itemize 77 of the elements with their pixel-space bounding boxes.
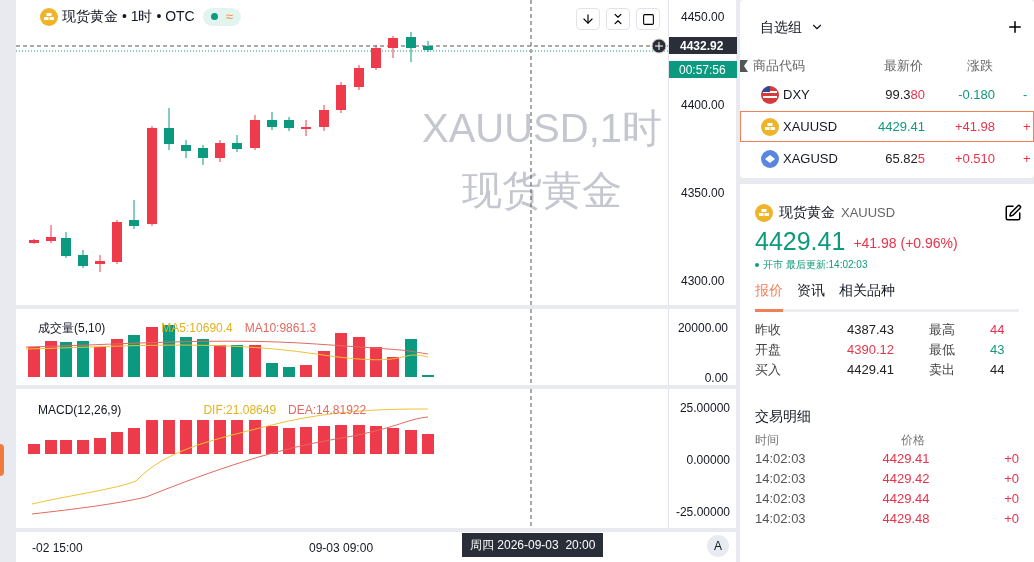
countdown-label: 00:57:56 [669,61,737,78]
trade-time: 14:02:03 [755,450,807,469]
trade-change: +0 [1004,510,1019,529]
stat-value: 4390.12 [847,341,894,360]
latest-price: 99.380 [884,85,925,104]
dea-value: DEA:14.81922 [288,401,367,419]
price-axis-label: 4450.00 [681,9,725,26]
price-change: +41.98 [953,117,995,136]
stat-label: 最高 [929,321,956,340]
tab[interactable]: 资讯 [797,280,825,312]
price-change: -0.180 [957,85,995,104]
trade-price: 4429.48 [882,510,931,529]
stat-value: 4387.43 [847,321,894,340]
change-percent: + [1023,117,1031,136]
volume-label: 成交量(5,10) [38,319,106,337]
dif-value: DIF:21.08649 [203,401,277,419]
trade-time: 14:02:03 [755,510,807,529]
trade-price: 4429.41 [882,450,931,469]
ma10-value: MA10:9861.3 [244,319,317,337]
time-axis-label: -02 15:00 [32,540,83,558]
tab[interactable]: 相关品种 [839,280,895,312]
stat-value: 4429.41 [847,361,894,380]
macd-axis-label: 25.00000 [679,399,730,417]
column-header: 价格 [901,432,925,449]
stat-value: 44 [990,361,1005,380]
change-percent: + [1023,149,1031,168]
crosshair-time-label: 周四 2026-09-03 20:00 [462,533,604,558]
latest-price: 65.825 [884,149,925,168]
symbol-code: XAUUSD [783,117,839,136]
column-header: 时间 [755,432,780,449]
instrument-code: XAUUSD [841,203,896,222]
stat-label: 开盘 [755,341,782,360]
symbol-code: DXY [783,85,811,104]
volume-axis-label: 0.00 [704,369,728,387]
column-header: 涨跌 [966,57,993,76]
wave-symbol: ≈ [225,10,233,23]
last-price: 4429.41 [755,226,846,257]
time-axis-label: 09-03 09:00 [309,540,374,558]
price-change: +0.510 [953,149,995,168]
trades-title: 交易明细 [755,407,812,426]
macd-label: MACD(12,26,9) [38,401,122,419]
group-dropdown[interactable]: 自选组 [760,16,824,38]
market-status: 开市 最后更新:14:02:03 [763,258,868,272]
watchlist-row[interactable]: XAGUSD 65.825 +0.510 + [740,143,1034,174]
stat-value: 44 [990,321,1005,340]
price-axis-label: 4350.00 [681,185,725,202]
column-header: 商品代码 [753,57,806,76]
trade-change: +0 [1004,470,1019,489]
current-price-label: 4432.92 [669,37,737,54]
chart-watermark: XAUUSD,1时 [421,108,663,148]
chart-watermark: 现货黄金 [462,170,622,210]
latest-price: 4429.41 [877,117,925,136]
column-header: 最新价 [883,57,923,76]
change-percent: - [1023,85,1028,104]
price-change: +41.98 (+0.96%) [853,234,958,253]
auto-scale-button[interactable]: A [707,535,729,558]
watchlist-row[interactable]: XAUUSD 4429.41 +41.98 + [740,111,1034,142]
trade-price: 4429.42 [882,470,931,489]
trade-change: +0 [1004,450,1019,469]
trade-price: 4429.44 [882,490,931,509]
volume-axis-label: 20000.00 [677,319,728,337]
trade-time: 14:02:03 [755,490,807,509]
symbol-code: XAGUSD [783,149,839,168]
macd-axis-label: -25.00000 [675,503,730,521]
watchlist-row[interactable]: DXY 99.380 -0.180 - [740,79,1034,110]
stat-label: 买入 [755,361,782,380]
instrument-name: 现货黄金 [779,203,835,222]
macd-axis-label: 0.00000 [686,451,730,469]
stat-value: 43 [990,341,1005,360]
stat-label: 卖出 [929,361,956,380]
price-axis-label: 4300.00 [681,273,725,290]
price-axis-label: 4400.00 [681,97,725,114]
trade-time: 14:02:03 [755,470,807,489]
symbol-title: 现货黄金 • 1时 • OTC [62,7,195,26]
stat-label: 昨收 [755,321,782,340]
trade-change: +0 [1004,490,1019,509]
stat-label: 最低 [929,341,956,360]
